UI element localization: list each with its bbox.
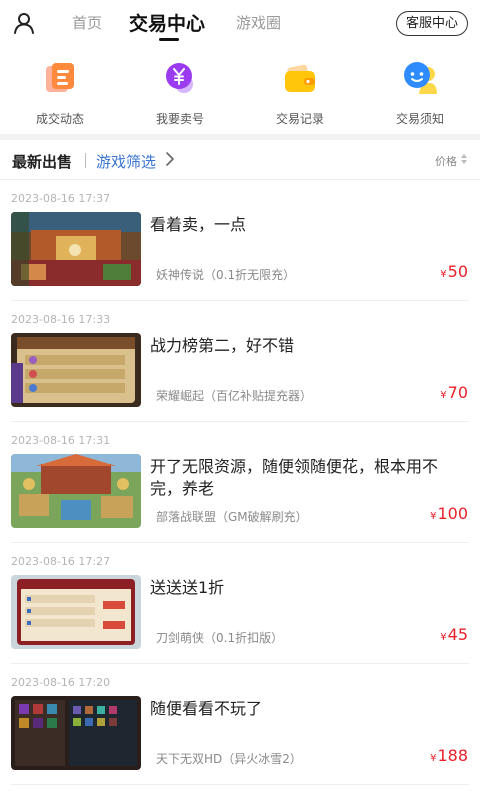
listing-item[interactable]: 2023-08-16 17:27 送送送1折 刀剑萌侠（0.1折扣版） ¥45 (0, 543, 480, 664)
listing-thumbnail[interactable] (11, 696, 141, 770)
listing-item[interactable]: 2023-08-16 17:31 开了无限资源，随便领随便花，根本用不完，养老 … (0, 422, 480, 543)
listing-date: 2023-08-16 17:27 (11, 555, 111, 568)
price-value: 188 (437, 746, 468, 765)
quick-actions: 成交动态 我要卖号 交易记录 交易须知 (0, 52, 480, 132)
customer-service-button[interactable]: 客服中心 (396, 11, 468, 36)
listing-game: 妖神传说（0.1折无限充） (156, 268, 296, 282)
filter-bar: 最新出售 游戏筛选 价格 (0, 140, 480, 180)
listing-thumbnail[interactable] (11, 575, 141, 649)
user-icon[interactable] (12, 11, 36, 35)
yen-icon (166, 63, 193, 93)
listing-price: ¥188 (430, 746, 468, 765)
listing-title: 战力榜第二，好不错 (150, 336, 295, 355)
chat-user-icon (404, 62, 437, 94)
listing-date: 2023-08-16 17:31 (11, 434, 111, 447)
top-nav: 首页 交易中心 游戏圈 客服中心 (0, 0, 480, 46)
listing-price: ¥45 (440, 625, 468, 644)
latest-sale-title: 最新出售 (12, 153, 73, 171)
listing-title: 送送送1折 (150, 578, 225, 597)
listing-game: 刀剑萌侠（0.1折扣版） (156, 631, 284, 645)
quick-action-sell[interactable]: 我要卖号 (120, 52, 240, 132)
price-value: 100 (437, 504, 468, 523)
filter-separator (85, 153, 86, 168)
listing-game: 天下无双HD（异火冰雪2） (156, 752, 302, 766)
tab-home[interactable]: 首页 (72, 12, 102, 33)
quick-action-deals[interactable]: 成交动态 (0, 52, 120, 132)
price-value: 50 (447, 262, 468, 281)
currency-symbol: ¥ (430, 753, 437, 764)
quick-action-label: 成交动态 (35, 112, 84, 126)
game-filter-button[interactable]: 游戏筛选 (96, 151, 156, 172)
listing-price: ¥100 (430, 504, 468, 523)
listing-thumbnail[interactable] (11, 333, 141, 407)
listing-date: 2023-08-16 17:20 (11, 676, 111, 689)
quick-action-records[interactable]: 交易记录 (240, 52, 360, 132)
listing-game: 荣耀崛起（百亿补贴提充器） (156, 389, 313, 403)
listing-price: ¥70 (440, 383, 468, 402)
currency-symbol: ¥ (440, 390, 447, 401)
listing-title: 开了无限资源，随便领随便花，根本用不完，养老 (150, 457, 439, 498)
listing-thumbnail[interactable] (11, 454, 141, 528)
listing-thumbnail[interactable] (11, 212, 141, 286)
active-tab-indicator (159, 38, 179, 41)
currency-symbol: ¥ (440, 269, 447, 280)
sort-arrows-icon[interactable] (461, 153, 467, 165)
listing-item[interactable]: 2023-08-16 17:33 战力榜第二，好不错 荣耀崛起（百亿补贴提充器）… (0, 301, 480, 422)
listing-title: 随便看看不玩了 (150, 699, 263, 718)
row-divider (11, 784, 469, 785)
listing-title: 看着卖，一点 (150, 215, 247, 234)
price-sort-button[interactable]: 价格 (435, 153, 457, 169)
tab-trade-center[interactable]: 交易中心 (129, 9, 205, 36)
listing-item[interactable]: 2023-08-16 17:20 随便看看不玩了 天下无双HD（异火冰雪2） ¥… (0, 664, 480, 785)
quick-action-label: 交易记录 (275, 112, 324, 126)
quick-action-label: 交易须知 (395, 112, 444, 126)
price-value: 70 (447, 383, 468, 402)
tab-game-circle[interactable]: 游戏圈 (236, 12, 281, 33)
quick-action-label: 我要卖号 (155, 112, 204, 126)
listing-game: 部落战联盟（GM破解刷充） (156, 510, 308, 524)
listing-date: 2023-08-16 17:33 (11, 313, 111, 326)
quick-action-notice[interactable]: 交易须知 (360, 52, 480, 132)
listing-date: 2023-08-16 17:37 (11, 192, 111, 205)
currency-symbol: ¥ (430, 511, 437, 522)
wallet-icon (285, 64, 315, 92)
listing-item[interactable]: 2023-08-16 17:37 看着卖，一点 妖神传说（0.1折无限充） ¥5… (0, 180, 480, 301)
chevron-right-icon[interactable] (164, 151, 176, 167)
listing-price: ¥50 (440, 262, 468, 281)
document-icon (46, 63, 74, 92)
currency-symbol: ¥ (440, 632, 447, 643)
price-value: 45 (447, 625, 468, 644)
